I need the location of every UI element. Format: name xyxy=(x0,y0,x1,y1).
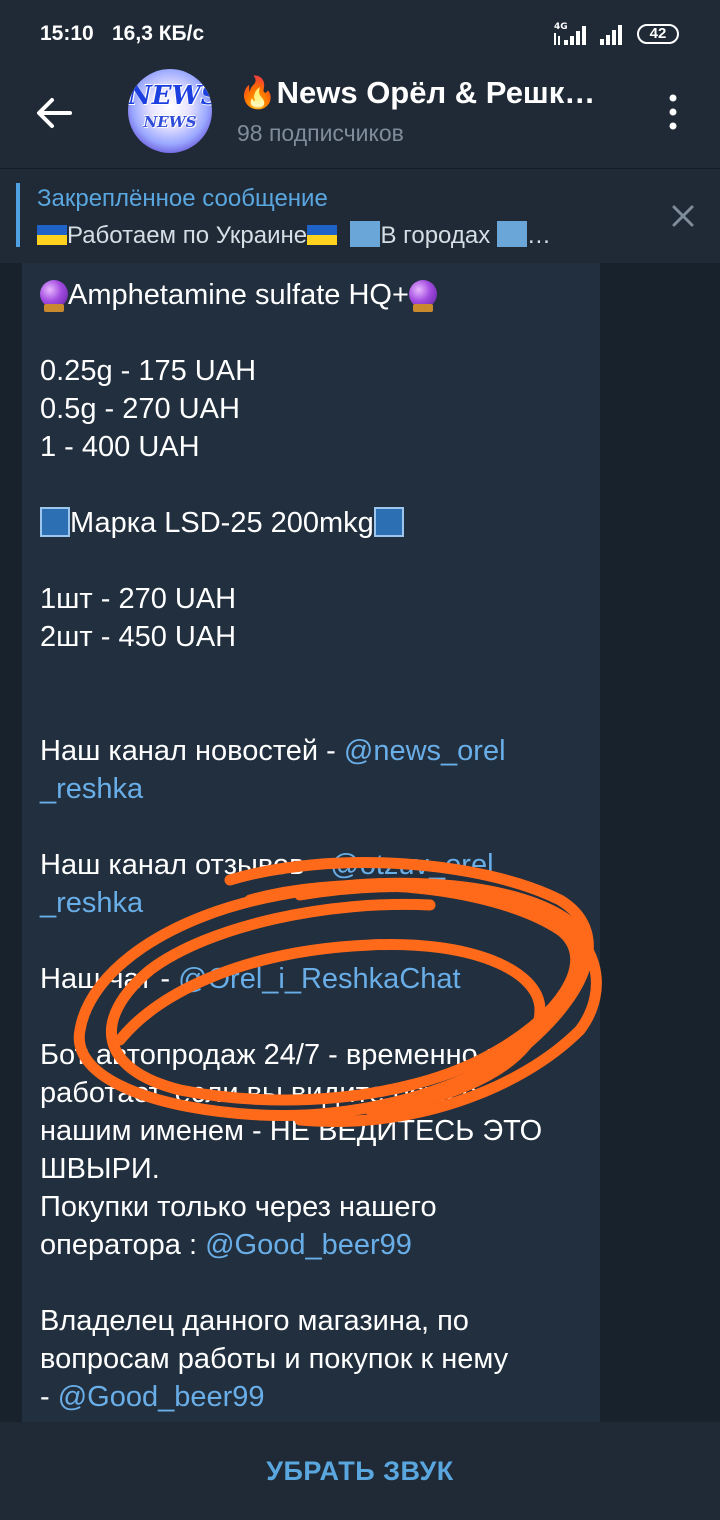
status-time: 15:10 xyxy=(40,22,94,45)
crystal-ball-icon xyxy=(408,280,437,312)
owner-link[interactable]: @Good_beer99 xyxy=(58,1381,265,1413)
news-channel-label: Наш канал новостей - xyxy=(40,735,344,767)
cellular-4g-signal-icon: 4G xyxy=(554,22,586,45)
star-icon xyxy=(373,507,404,537)
pinned-accent-line xyxy=(16,183,20,247)
pinned-message-bar[interactable]: Закреплённое сообщение Работаем по Украи… xyxy=(0,169,720,263)
price-line: 1шт - 270 UAH xyxy=(40,583,237,615)
message-line: вопросам работы и покупок к нему xyxy=(40,1343,509,1375)
crystal-ball-icon xyxy=(40,280,68,312)
price-line: 0.5g - 270 UAH xyxy=(40,393,240,425)
ukraine-flag-icon xyxy=(307,225,338,245)
subscriber-count: 98 подписчиков xyxy=(237,120,404,146)
more-vertical-icon[interactable] xyxy=(660,90,686,134)
message-line: Наш чат - @Orel_i_ReshkaChat xyxy=(40,960,461,998)
mute-button[interactable]: УБРАТЬ ЗВУК xyxy=(266,1456,454,1487)
price-line: 2шт - 450 UAH xyxy=(40,621,237,653)
message-line: Покупки только через нашего xyxy=(40,1191,437,1223)
message-line: работает, если вы видите бота с xyxy=(40,1077,477,1109)
pinned-text-part1: Работаем по Украине xyxy=(67,222,308,249)
message-line: Бот автопродаж 24/7 - временно не xyxy=(40,1039,518,1071)
pinned-label: Закреплённое сообщение xyxy=(37,185,328,212)
product-title: Amphetamine sulfate HQ+ xyxy=(68,279,409,311)
svg-text:4G: 4G xyxy=(554,22,568,32)
price-line: 1 - 400 UAH xyxy=(40,431,200,463)
message-line: Amphetamine sulfate HQ+ xyxy=(40,276,437,314)
message-line: Владелец данного магазина, по xyxy=(40,1305,469,1337)
avatar-logo-subtext: NEWS xyxy=(143,113,197,131)
message-line: оператора : @Good_beer99 xyxy=(40,1226,412,1264)
star-icon xyxy=(40,507,70,537)
battery-icon: 42 xyxy=(637,24,679,44)
product-title: Марка LSD-25 200mkg xyxy=(70,507,374,539)
message-line: ШВЫРИ. xyxy=(40,1153,160,1185)
news-channel-link[interactable]: @news_orel xyxy=(344,735,506,767)
channel-title[interactable]: 🔥News Орёл & Решк… xyxy=(238,74,648,111)
back-arrow-icon[interactable] xyxy=(30,90,80,136)
status-network-speed: 16,3 КБ/с xyxy=(112,22,205,45)
pinned-text-part2: В городах xyxy=(380,222,491,249)
chat-link[interactable]: @Orel_i_ReshkaChat xyxy=(178,963,461,995)
message-line: - @Good_beer99 xyxy=(40,1378,265,1416)
owner-label: - xyxy=(40,1381,58,1413)
operator-link[interactable]: @Good_beer99 xyxy=(205,1229,412,1261)
pinned-preview: Работаем по Украине В городах … xyxy=(37,221,627,250)
pinned-ellipsis: … xyxy=(526,222,551,249)
reviews-channel-label: Наш канал отзывов - xyxy=(40,849,331,881)
cityscape-icon xyxy=(496,221,527,247)
message-line: Марка LSD-25 200mkg xyxy=(40,504,404,542)
reviews-channel-link-cont[interactable]: _reshka xyxy=(40,887,143,919)
news-channel-link-cont[interactable]: _reshka xyxy=(40,773,143,805)
message-line: _reshka xyxy=(40,884,143,922)
cellular-signal-icon xyxy=(600,25,622,45)
ukraine-flag-icon xyxy=(37,225,67,245)
operator-label: оператора : xyxy=(40,1229,206,1261)
reviews-channel-link[interactable]: @otzuv_orel xyxy=(330,849,493,881)
avatar-logo-text: NEWS xyxy=(128,81,212,111)
chat-label: Наш чат - xyxy=(40,963,179,995)
status-bar: 15:10 16,3 КБ/с 4G 42 xyxy=(0,0,720,56)
cityscape-icon xyxy=(350,221,381,247)
channel-avatar[interactable]: NEWS NEWS xyxy=(128,69,212,153)
message-line: нашим именем - НЕ ВЕДИТЕСЬ ЭТО xyxy=(40,1115,543,1147)
price-line: 0.25g - 175 UAH xyxy=(40,355,257,387)
message-line: _reshka xyxy=(40,770,143,808)
chat-header: NEWS NEWS 🔥News Орёл & Решк… 98 подписчи… xyxy=(0,56,720,169)
message-line: Наш канал новостей - @news_orel xyxy=(40,732,506,770)
close-pinned-icon[interactable] xyxy=(668,201,698,231)
bottom-action-bar: УБРАТЬ ЗВУК xyxy=(0,1422,720,1520)
message-line: Наш канал отзывов - @otzuv_orel xyxy=(40,846,494,884)
